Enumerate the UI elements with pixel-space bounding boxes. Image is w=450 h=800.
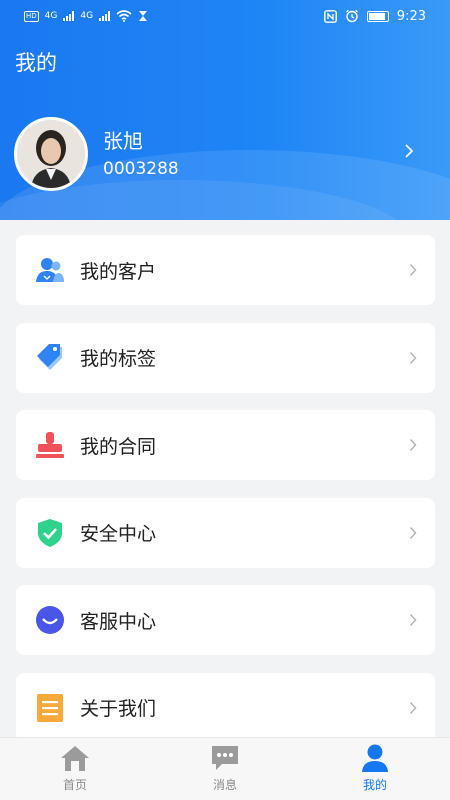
hourglass-icon xyxy=(139,11,148,21)
battery-icon xyxy=(366,10,389,22)
status-bar-right: 9:23 xyxy=(323,8,426,24)
hd-badge: HD xyxy=(24,10,39,22)
page-title: 我的 xyxy=(15,51,57,75)
chevron-right-icon xyxy=(409,701,417,714)
chevron-right-icon xyxy=(409,263,417,277)
user-icon xyxy=(359,743,391,773)
tab-label: 我的 xyxy=(362,778,387,792)
tab-mine[interactable]: 我的 xyxy=(300,738,450,800)
menu-item-label: 关于我们 xyxy=(80,698,157,721)
chevron-right-icon xyxy=(409,439,417,452)
chevron-right-icon[interactable] xyxy=(404,143,414,159)
menu-item-security-center[interactable]: 安全中心 xyxy=(16,497,435,568)
profile-info: 张旭 0003288 xyxy=(103,128,179,181)
signal-icon xyxy=(63,11,75,21)
profile-id: 0003288 xyxy=(103,158,179,179)
menu-item-label: 我的客户 xyxy=(80,260,157,283)
status-bar: HD 4G 4G 9:23 xyxy=(0,0,450,32)
network-type-2: 4G xyxy=(80,11,94,21)
menu-item-my-contracts[interactable]: 我的合同 xyxy=(16,410,435,481)
menu-item-my-tags[interactable]: 我的标签 xyxy=(16,322,435,393)
status-bar-left: HD 4G 4G xyxy=(24,10,148,22)
wifi-icon xyxy=(116,10,132,22)
chevron-right-icon xyxy=(409,526,417,539)
status-time: 9:23 xyxy=(396,8,426,24)
profile-name: 张旭 xyxy=(103,128,143,153)
alarm-icon xyxy=(345,9,358,23)
document-icon xyxy=(34,692,66,724)
menu-item-label: 我的标签 xyxy=(80,348,157,371)
message-icon xyxy=(209,743,241,773)
shield-icon xyxy=(34,517,66,549)
avatar[interactable] xyxy=(14,117,88,191)
home-icon xyxy=(59,743,91,773)
menu-item-customer-service[interactable]: 客服中心 xyxy=(16,585,435,656)
tab-home[interactable]: 首页 xyxy=(0,738,150,800)
menu-item-my-customers[interactable]: 我的客户 xyxy=(16,235,435,305)
customers-icon xyxy=(34,254,66,286)
menu-item-label: 安全中心 xyxy=(80,523,157,546)
tab-messages[interactable]: 消息 xyxy=(150,738,300,800)
menu-list: 我的客户 我的标签 我的合同 安全中心 客服中心 关于我们 xyxy=(16,235,435,761)
chevron-right-icon xyxy=(409,351,417,364)
network-type-1: 4G xyxy=(44,11,58,21)
tab-label: 消息 xyxy=(212,778,237,792)
profile-card[interactable]: 张旭 0003288 xyxy=(14,117,434,191)
avatar-portrait xyxy=(17,120,85,188)
stamp-icon xyxy=(34,429,66,461)
bottom-tab-bar: 首页 消息 我的 xyxy=(0,737,450,800)
menu-item-label: 客服中心 xyxy=(80,610,157,633)
nfc-icon xyxy=(323,9,337,23)
customer-service-icon xyxy=(34,604,66,636)
tag-icon xyxy=(34,342,66,374)
menu-item-label: 我的合同 xyxy=(80,435,157,458)
chevron-right-icon xyxy=(409,614,417,627)
menu-item-about-us[interactable]: 关于我们 xyxy=(16,672,435,743)
tab-label: 首页 xyxy=(62,778,87,792)
signal-icon-2 xyxy=(99,11,111,21)
